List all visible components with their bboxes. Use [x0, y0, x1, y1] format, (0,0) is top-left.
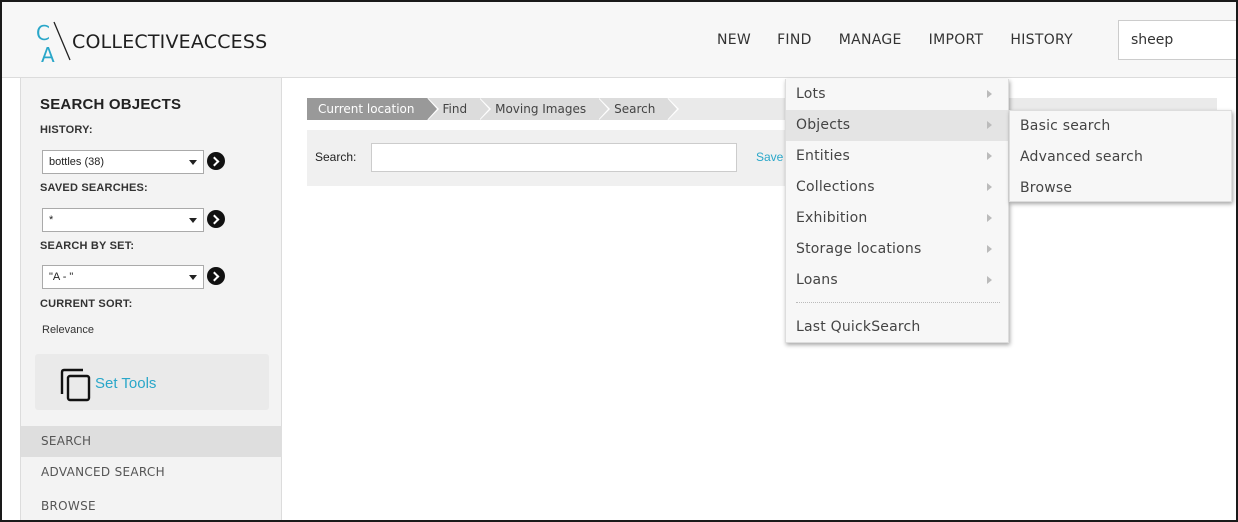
chevron-down-icon [189, 218, 197, 223]
menu-item-exhibition[interactable]: Exhibition [786, 203, 1008, 234]
menu-item-exhibition-label: Exhibition [796, 210, 868, 226]
menu-item-storage-locations[interactable]: Storage locations [786, 234, 1008, 265]
search-by-set-select[interactable]: "A - " [42, 265, 204, 289]
save-search-link[interactable]: Save [756, 150, 783, 164]
menu-item-loans[interactable]: Loans [786, 265, 1008, 296]
chevron-right-icon [987, 214, 992, 222]
chevron-right-icon [987, 276, 992, 284]
search-by-set-label: SEARCH BY SET: [40, 240, 135, 252]
breadcrumb-current-location: Current location [307, 98, 438, 120]
search-label: Search: [315, 150, 357, 164]
saved-searches-go-icon[interactable] [207, 210, 225, 228]
saved-searches-select-value: * [49, 214, 54, 226]
menu-item-lots[interactable]: Lots [786, 79, 1008, 110]
current-sort-value: Relevance [42, 324, 94, 336]
objects-submenu: Basic search Advanced search Browse [1009, 110, 1232, 202]
current-sort-label: CURRENT SORT: [40, 298, 133, 310]
menu-item-entities[interactable]: Entities [786, 141, 1008, 172]
svg-text:A: A [41, 43, 55, 64]
menu-item-entities-label: Entities [796, 148, 850, 164]
sidebar-item-advanced-search[interactable]: ADVANCED SEARCH [21, 457, 282, 488]
saved-searches-select[interactable]: * [42, 208, 204, 232]
search-by-set-go-icon[interactable] [207, 267, 225, 285]
chevron-down-icon [189, 160, 197, 165]
set-tools-button[interactable]: Set Tools [35, 354, 269, 410]
top-nav: NEW FIND MANAGE IMPORT HISTORY [717, 2, 1100, 78]
chevron-down-icon [189, 275, 197, 280]
chevron-right-icon [987, 245, 992, 253]
search-input[interactable] [371, 143, 737, 172]
history-select[interactable]: bottles (38) [42, 150, 204, 174]
menu-separator [796, 302, 1000, 303]
menu-item-loans-label: Loans [796, 272, 838, 288]
nav-find[interactable]: FIND [777, 32, 812, 48]
nav-history[interactable]: HISTORY [1010, 32, 1073, 48]
history-select-value: bottles (38) [49, 156, 105, 168]
menu-item-collections-label: Collections [796, 179, 875, 195]
chevron-right-icon [987, 152, 992, 160]
logo-mark-icon: C A [36, 21, 71, 64]
left-sidebar: SEARCH OBJECTS HISTORY: bottles (38) SAV… [20, 78, 282, 520]
find-dropdown-menu: Lots Objects Entities Collections Exhibi… [785, 79, 1009, 343]
menu-item-objects[interactable]: Objects [786, 110, 1008, 141]
search-by-set-select-value: "A - " [49, 271, 74, 283]
logo[interactable]: C A COLLECTIVEACCESS [34, 20, 274, 64]
submenu-item-browse[interactable]: Browse [1010, 173, 1231, 204]
saved-searches-label: SAVED SEARCHES: [40, 182, 148, 194]
history-go-icon[interactable] [207, 152, 225, 170]
set-tools-label: Set Tools [95, 375, 157, 392]
menu-item-collections[interactable]: Collections [786, 172, 1008, 203]
app-window: C A COLLECTIVEACCESS NEW FIND MANAGE IMP… [0, 0, 1238, 522]
chevron-right-icon [987, 183, 992, 191]
history-label: HISTORY: [40, 124, 93, 136]
menu-item-last-quicksearch[interactable]: Last QuickSearch [786, 312, 1008, 343]
logo-text: COLLECTIVEACCESS [72, 31, 268, 53]
chevron-right-icon [987, 121, 992, 129]
chevron-right-icon [987, 90, 992, 98]
submenu-item-advanced-search[interactable]: Advanced search [1010, 142, 1231, 173]
copy-sets-icon [60, 368, 91, 402]
breadcrumb-moving-images[interactable]: Moving Images [479, 98, 611, 120]
sidebar-item-search[interactable]: SEARCH [21, 426, 282, 457]
svg-text:C: C [36, 21, 50, 45]
sidebar-item-browse[interactable]: BROWSE [21, 491, 282, 520]
menu-item-objects-label: Objects [796, 117, 851, 133]
sidebar-title: SEARCH OBJECTS [40, 96, 182, 113]
top-header: C A COLLECTIVEACCESS NEW FIND MANAGE IMP… [2, 2, 1236, 78]
menu-item-storage-locations-label: Storage locations [796, 241, 922, 257]
nav-import[interactable]: IMPORT [929, 32, 984, 48]
nav-new[interactable]: NEW [717, 32, 751, 48]
submenu-item-basic-search[interactable]: Basic search [1010, 111, 1231, 142]
menu-item-lots-label: Lots [796, 86, 826, 102]
nav-manage[interactable]: MANAGE [839, 32, 902, 48]
quicksearch-input[interactable]: sheep [1118, 20, 1236, 60]
